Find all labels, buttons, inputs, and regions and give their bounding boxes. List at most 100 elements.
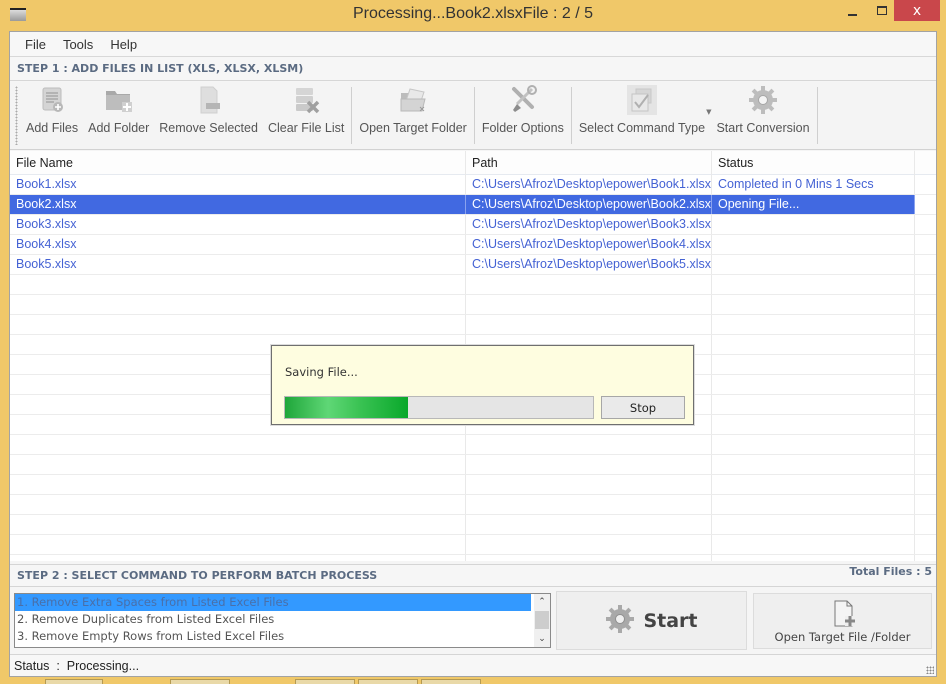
cell-path [466,455,712,474]
cell-file-name [10,435,466,454]
gear-icon [605,604,635,637]
table-row[interactable]: Book3.xlsx C:\Users\Afroz\Desktop\epower\… [10,215,936,235]
progress-bar [284,396,594,419]
taskbar-tab[interactable] [421,679,481,684]
column-header-status[interactable]: Status [712,151,915,175]
scrollbar-thumb[interactable] [535,611,549,629]
add-folder-button[interactable]: Add Folder [83,82,154,149]
cell-path [466,495,712,514]
column-header-path[interactable]: Path [466,151,712,175]
remove-selected-icon [194,85,224,115]
column-header-file-name[interactable]: File Name [10,151,466,175]
cell-filler [915,335,936,354]
close-icon: x [912,2,922,19]
table-row[interactable]: Book2.xlsx C:\Users\Afroz\Desktop\epower\… [10,195,936,215]
app-window: Processing...Book2.xlsxFile : 2 / 5 x Fi… [0,0,946,684]
taskbar-tab[interactable] [358,679,418,684]
minimize-icon [847,13,857,16]
clear-list-icon [291,85,321,115]
add-file-icon [834,600,856,631]
title-bar[interactable]: Processing...Book2.xlsxFile : 2 / 5 x [0,0,946,30]
menu-help[interactable]: Help [110,37,137,52]
scroll-up-icon[interactable]: ⌃ [534,594,550,610]
cell-file-name [10,455,466,474]
start-button[interactable]: Start [556,591,747,650]
maximize-icon [877,6,887,15]
command-list[interactable]: 1. Remove Extra Spaces from Listed Excel… [14,593,551,648]
gear-icon [748,85,778,115]
cell-status [712,235,915,254]
scroll-down-icon[interactable]: ⌄ [534,631,550,647]
cell-file-name: Book3.xlsx [10,215,466,234]
toolbar-separator [351,87,353,144]
checkbox-doc-icon [626,85,657,115]
toolbar: Add Files Add Folder Remove Selected Cle… [10,82,936,150]
empty-row [10,535,936,555]
open-folder-icon [398,85,428,115]
menu-tools[interactable]: Tools [63,37,93,52]
cell-status [712,395,915,414]
cell-status [712,275,915,294]
cell-filler [915,395,936,414]
empty-row [10,455,936,475]
status-text: Status : Processing... [14,658,140,673]
empty-row [10,495,936,515]
cell-file-name [10,315,466,334]
command-item[interactable]: 3. Remove Empty Rows from Listed Excel F… [15,628,531,645]
cell-status [712,535,915,554]
table-row[interactable]: Book1.xlsx C:\Users\Afroz\Desktop\epower\… [10,175,936,195]
taskbar-tab[interactable] [45,679,103,684]
maximize-button[interactable] [868,0,896,21]
progress-bar-fill [285,397,409,418]
cell-filler [915,495,936,514]
select-command-type-button[interactable]: Select Command Type [574,82,710,149]
cell-path [466,435,712,454]
start-conversion-label: Start Conversion [716,121,810,135]
table-row[interactable]: Book4.xlsx C:\Users\Afroz\Desktop\epower\… [10,235,936,255]
cell-filler [915,415,936,434]
empty-row [10,275,936,295]
cell-filler [915,435,936,454]
taskbar-tab[interactable] [295,679,355,684]
folder-options-button[interactable]: Folder Options [477,82,569,149]
cell-file-name: Book1.xlsx [10,175,466,194]
total-files-count: Total Files : 5 [849,565,932,578]
cell-path [466,475,712,494]
command-item[interactable]: 1. Remove Extra Spaces from Listed Excel… [15,594,531,611]
command-item[interactable]: 2. Remove Duplicates from Listed Excel F… [15,611,531,628]
start-conversion-button[interactable]: Start Conversion [711,82,814,149]
cell-status [712,295,915,314]
add-files-button[interactable]: Add Files [21,82,83,149]
resize-grip[interactable] [926,666,934,674]
remove-selected-button[interactable]: Remove Selected [154,82,263,149]
menu-file[interactable]: File [25,37,46,52]
empty-row [10,515,936,535]
clear-file-list-button[interactable]: Clear File List [263,82,349,149]
progress-message: Saving File... [285,365,358,379]
cell-path [466,555,712,561]
minimize-button[interactable] [838,0,866,21]
cell-filler [915,535,936,554]
select-command-type-label: Select Command Type [578,121,706,135]
taskbar-tab[interactable] [170,679,230,684]
empty-row [10,295,936,315]
toolbar-grip[interactable] [15,86,18,145]
toolbar-separator [473,87,475,144]
open-target-folder-button[interactable]: Open Target Folder [354,82,471,149]
cell-status [712,475,915,494]
cell-filler [915,455,936,474]
start-label: Start [643,609,698,632]
table-row[interactable]: Book5.xlsx C:\Users\Afroz\Desktop\epower\… [10,255,936,275]
stop-button[interactable]: Stop [601,396,685,419]
add-folder-label: Add Folder [88,121,150,135]
window-title: Processing...Book2.xlsxFile : 2 / 5 [352,5,594,22]
cell-path [466,515,712,534]
remove-selected-label: Remove Selected [159,121,258,135]
taskbar-strip [0,679,946,684]
open-target-file-folder-button[interactable]: Open Target File /Folder [753,593,932,649]
cell-filler [915,275,936,294]
command-list-scrollbar[interactable]: ⌃ ⌄ [534,594,550,647]
cell-file-name [10,515,466,534]
close-button[interactable]: x [894,0,940,21]
step2-header: STEP 2 : SELECT COMMAND TO PERFORM BATCH… [10,564,936,587]
